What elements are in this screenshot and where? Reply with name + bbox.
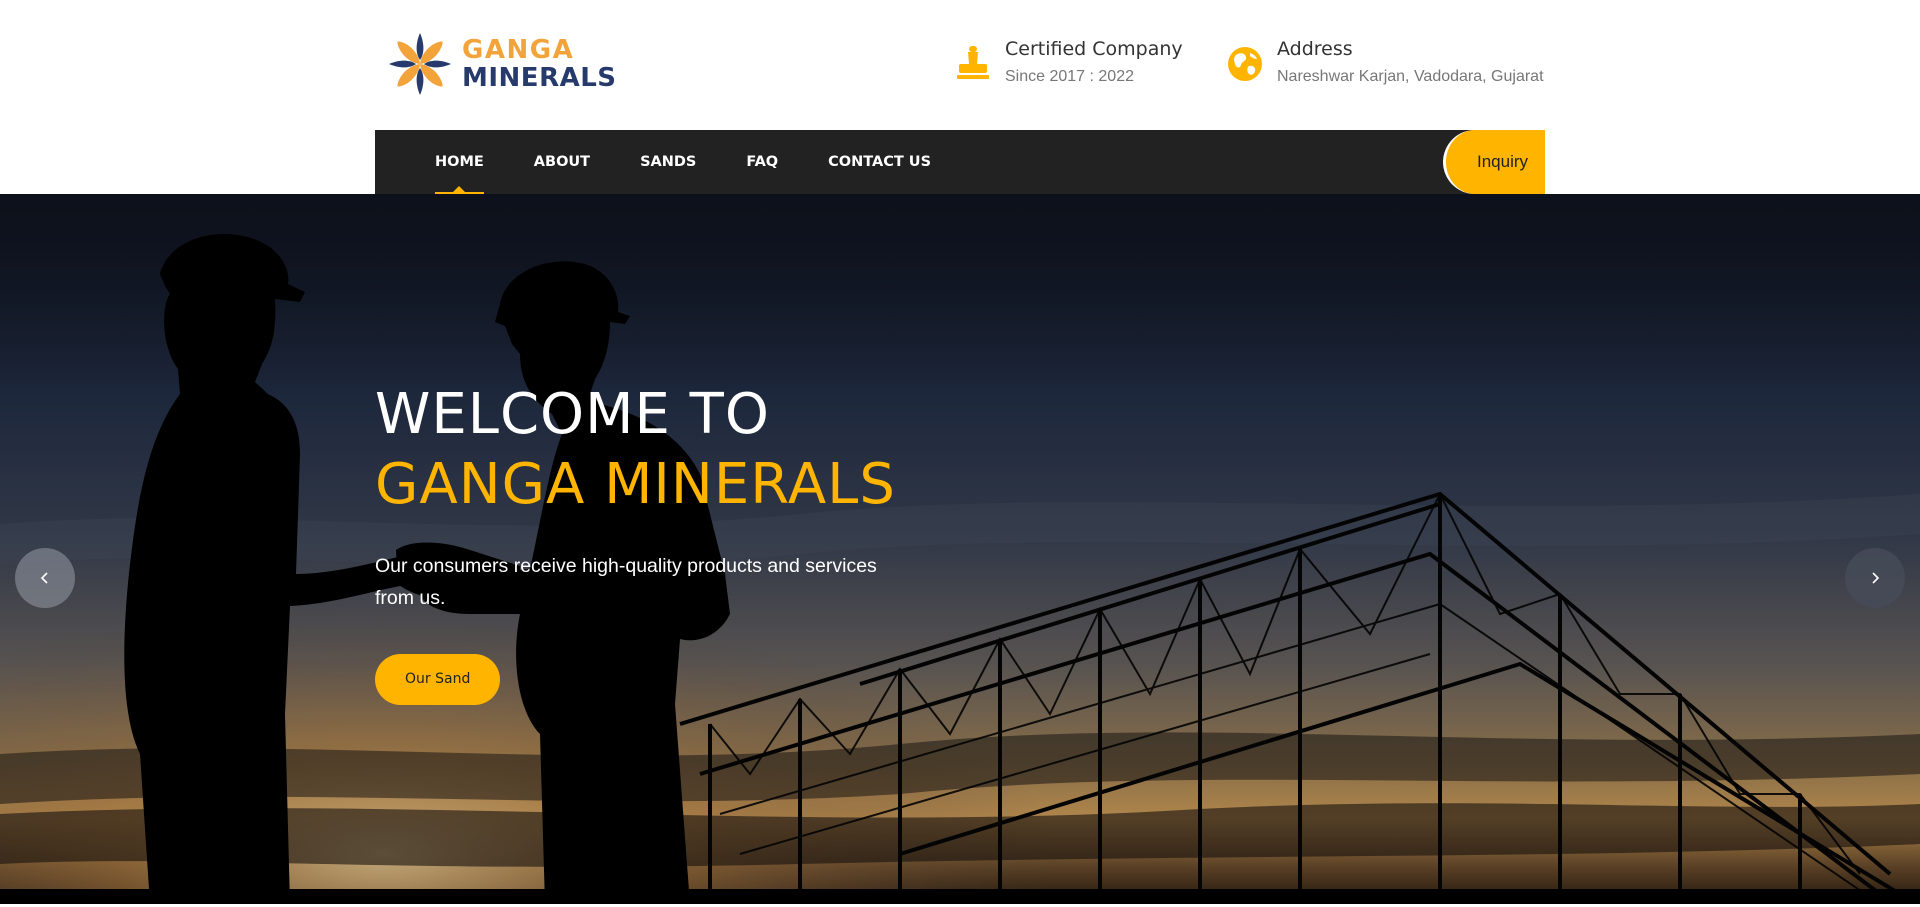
nav-item-contact-us[interactable]: CONTACT US (828, 130, 931, 194)
chevron-right-icon (1872, 572, 1880, 584)
hero-overlay (0, 194, 1920, 904)
our-sand-button[interactable]: Our Sand (375, 654, 501, 705)
site-header: GANGA MINERALS Certified Company Since 2… (0, 0, 1920, 130)
address-title: Address (1277, 38, 1353, 60)
hero-slider: WELCOME TO GANGA MINERALS Our consumers … (0, 194, 1920, 904)
certified-subtitle: Since 2017 : 2022 (1005, 68, 1134, 85)
address-subtitle: Nareshwar Karjan, Vadodara, Gujarat (1277, 68, 1544, 85)
chevron-left-icon (40, 572, 48, 584)
certified-info: Certified Company Since 2017 : 2022 (955, 36, 1183, 90)
nav-menu: HOME ABOUT SANDS FAQ CONTACT US (435, 130, 981, 194)
nav-item-about[interactable]: ABOUT (534, 130, 590, 194)
inquiry-button[interactable]: Inquiry (1443, 130, 1545, 194)
main-nav: HOME ABOUT SANDS FAQ CONTACT US Inquiry (375, 130, 1545, 194)
hero-content: WELCOME TO GANGA MINERALS Our consumers … (375, 380, 935, 705)
nav-item-sands[interactable]: SANDS (640, 130, 696, 194)
nav-item-faq[interactable]: FAQ (746, 130, 778, 194)
nav-item-home[interactable]: HOME (435, 130, 484, 194)
site-logo[interactable]: GANGA MINERALS (388, 30, 617, 98)
hero-description: Our consumers receive high-quality produ… (375, 555, 877, 609)
logo-text-line1: GANGA (462, 35, 575, 65)
certified-title: Certified Company (1005, 38, 1183, 60)
hero-heading-line1: WELCOME TO (375, 382, 770, 447)
stamp-icon (957, 46, 989, 79)
logo-text-line2: MINERALS (462, 63, 617, 93)
address-info: Address Nareshwar Karjan, Vadodara, Guja… (1227, 36, 1544, 90)
slider-prev-button[interactable] (15, 548, 75, 608)
address-text: Address Nareshwar Karjan, Vadodara, Guja… (1277, 36, 1544, 90)
slider-next-button[interactable] (1845, 548, 1905, 608)
hero-heading-line2: GANGA MINERALS (375, 452, 896, 517)
globe-icon (1228, 47, 1262, 81)
certified-text: Certified Company Since 2017 : 2022 (1005, 36, 1183, 90)
logo-text: GANGA MINERALS (462, 36, 617, 92)
flower-logo-icon (389, 33, 451, 95)
